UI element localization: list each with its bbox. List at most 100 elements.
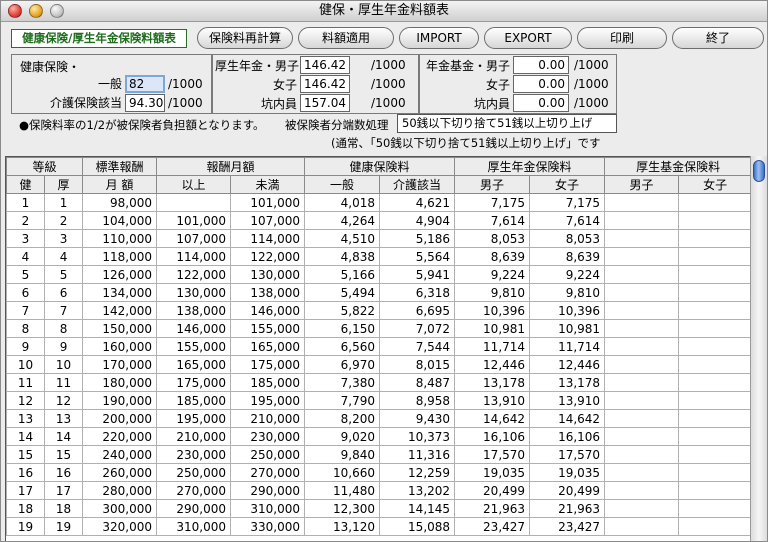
table-row[interactable]: 4 4 118,000 114,000 122,000 4,838 5,564 8,639 8,… xyxy=(6,247,750,266)
table-row[interactable]: 18 18 300,000 290,000 310,000 12,300 14,145 21,… xyxy=(6,499,750,518)
table-cell[interactable]: 13,202 xyxy=(379,481,456,500)
table-cell[interactable]: 122,000 xyxy=(230,247,306,266)
import-button[interactable]: IMPORT xyxy=(399,27,479,49)
table-cell[interactable]: 2 xyxy=(43,211,84,230)
table-cell[interactable]: 4,838 xyxy=(304,247,381,266)
table-cell[interactable]: 8,487 xyxy=(379,373,456,392)
table-cell[interactable] xyxy=(678,517,750,536)
table-cell[interactable] xyxy=(604,409,680,428)
table-cell[interactable]: 142,000 xyxy=(82,301,158,320)
table-cell[interactable]: 9,224 xyxy=(454,265,531,284)
table-cell[interactable]: 195,000 xyxy=(156,409,232,428)
table-cell[interactable]: 10,396 xyxy=(454,301,531,320)
table-cell[interactable]: 16,106 xyxy=(454,427,531,446)
table-cell[interactable]: 165,000 xyxy=(156,355,232,374)
table-cell[interactable]: 250,000 xyxy=(156,463,232,482)
recalculate-button[interactable]: 保険料再計算 xyxy=(197,27,293,49)
table-cell[interactable]: 107,000 xyxy=(156,229,232,248)
table-cell[interactable]: 146,000 xyxy=(230,301,306,320)
table-cell[interactable]: 12,446 xyxy=(529,355,606,374)
table-cell[interactable]: 7,544 xyxy=(379,337,456,356)
table-cell[interactable]: 6 xyxy=(43,283,84,302)
table-cell[interactable]: 5,166 xyxy=(304,265,381,284)
table-cell[interactable] xyxy=(678,211,750,230)
scrollbar-thumb[interactable] xyxy=(753,160,765,182)
table-cell[interactable] xyxy=(604,481,680,500)
table-cell[interactable]: 21,963 xyxy=(529,499,606,518)
table-cell[interactable]: 138,000 xyxy=(230,283,306,302)
table-cell[interactable]: 10 xyxy=(6,355,45,374)
table-cell[interactable]: 101,000 xyxy=(156,211,232,230)
table-cell[interactable] xyxy=(604,229,680,248)
table-cell[interactable]: 23,427 xyxy=(529,517,606,536)
table-cell[interactable]: 19,035 xyxy=(454,463,531,482)
table-cell[interactable]: 4,510 xyxy=(304,229,381,248)
table-cell[interactable] xyxy=(678,301,750,320)
table-cell[interactable] xyxy=(604,193,680,212)
table-cell[interactable]: 210,000 xyxy=(230,409,306,428)
table-cell[interactable]: 9,430 xyxy=(379,409,456,428)
table-cell[interactable]: 10 xyxy=(43,355,84,374)
table-cell[interactable]: 13 xyxy=(6,409,45,428)
table-cell[interactable] xyxy=(678,229,750,248)
table-cell[interactable]: 9,020 xyxy=(304,427,381,446)
table-cell[interactable]: 14 xyxy=(43,427,84,446)
table-cell[interactable]: 10,981 xyxy=(529,319,606,338)
table-cell[interactable]: 18 xyxy=(43,499,84,518)
table-cell[interactable] xyxy=(678,481,750,500)
table-cell[interactable] xyxy=(604,391,680,410)
table-cell[interactable] xyxy=(678,445,750,464)
table-cell[interactable]: 8 xyxy=(43,319,84,338)
table-cell[interactable]: 4 xyxy=(43,247,84,266)
apply-rates-button[interactable]: 料額適用 xyxy=(298,27,394,49)
table-cell[interactable]: 9,840 xyxy=(304,445,381,464)
table-cell[interactable]: 5,941 xyxy=(379,265,456,284)
table-cell[interactable]: 4,621 xyxy=(379,193,456,212)
zoom-window-button[interactable] xyxy=(50,4,64,18)
table-cell[interactable]: 190,000 xyxy=(82,391,158,410)
table-cell[interactable]: 6,318 xyxy=(379,283,456,302)
table-cell[interactable]: 14,145 xyxy=(379,499,456,518)
export-button[interactable]: EXPORT xyxy=(484,27,572,49)
table-row[interactable]: 10 10 170,000 165,000 175,000 6,970 8,015 12,44… xyxy=(6,355,750,374)
table-cell[interactable]: 114,000 xyxy=(230,229,306,248)
table-cell[interactable]: 9 xyxy=(6,337,45,356)
table-cell[interactable]: 180,000 xyxy=(82,373,158,392)
table-cell[interactable]: 8,015 xyxy=(379,355,456,374)
table-cell[interactable]: 11,714 xyxy=(529,337,606,356)
table-cell[interactable]: 165,000 xyxy=(230,337,306,356)
table-cell[interactable]: 10,373 xyxy=(379,427,456,446)
table-cell[interactable]: 17 xyxy=(6,481,45,500)
table-cell[interactable]: 146,000 xyxy=(156,319,232,338)
table-cell[interactable] xyxy=(678,319,750,338)
table-cell[interactable]: 14 xyxy=(6,427,45,446)
table-cell[interactable]: 17,570 xyxy=(529,445,606,464)
table-cell[interactable]: 310,000 xyxy=(156,517,232,536)
table-cell[interactable]: 155,000 xyxy=(230,319,306,338)
table-cell[interactable]: 107,000 xyxy=(230,211,306,230)
table-cell[interactable]: 130,000 xyxy=(230,265,306,284)
table-cell[interactable]: 10,660 xyxy=(304,463,381,482)
table-cell[interactable]: 270,000 xyxy=(230,463,306,482)
table-cell[interactable]: 230,000 xyxy=(156,445,232,464)
table-cell[interactable] xyxy=(604,319,680,338)
minimize-window-button[interactable] xyxy=(29,4,43,18)
table-cell[interactable]: 170,000 xyxy=(82,355,158,374)
table-cell[interactable]: 7,614 xyxy=(529,211,606,230)
table-cell[interactable] xyxy=(678,337,750,356)
table-cell[interactable] xyxy=(678,463,750,482)
table-cell[interactable]: 12,300 xyxy=(304,499,381,518)
fund-miner-field[interactable]: 0.00 xyxy=(513,94,569,112)
print-button[interactable]: 印刷 xyxy=(577,27,667,49)
table-cell[interactable] xyxy=(604,283,680,302)
table-cell[interactable]: 7 xyxy=(43,301,84,320)
table-cell[interactable]: 6 xyxy=(6,283,45,302)
table-cell[interactable]: 11 xyxy=(6,373,45,392)
table-row[interactable]: 13 13 200,000 195,000 210,000 8,200 9,430 14,64… xyxy=(6,409,750,428)
table-cell[interactable]: 11,714 xyxy=(454,337,531,356)
table-cell[interactable]: 13 xyxy=(43,409,84,428)
table-cell[interactable]: 5,494 xyxy=(304,283,381,302)
table-cell[interactable]: 220,000 xyxy=(82,427,158,446)
table-cell[interactable]: 4,904 xyxy=(379,211,456,230)
table-cell[interactable]: 8,200 xyxy=(304,409,381,428)
